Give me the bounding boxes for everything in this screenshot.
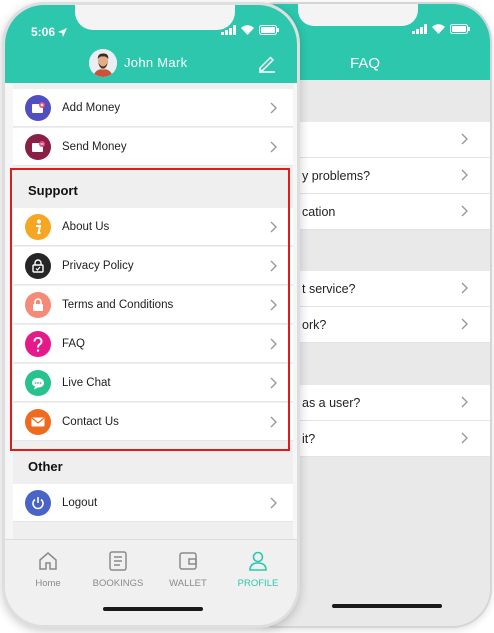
tab-bookings[interactable]: BOOKINGS: [83, 550, 153, 589]
support-highlight-box: [10, 168, 290, 451]
wifi-icon: [241, 25, 254, 35]
avatar[interactable]: [89, 49, 117, 77]
home-icon: [39, 552, 57, 570]
faq-question-text: as a user?: [302, 395, 361, 410]
edit-pencil-icon: [259, 56, 275, 73]
power-icon: [25, 490, 51, 516]
location-arrow-icon: [58, 27, 68, 37]
profile-header: 5:06 John Mark: [5, 5, 297, 83]
chevron-right-icon: [270, 497, 277, 509]
profile-icon: [249, 551, 267, 571]
menu-item-label: Send Money: [62, 140, 127, 153]
send-money-icon: [25, 134, 51, 160]
chevron-right-icon: [461, 133, 468, 145]
tab-label: BOOKINGS: [92, 578, 144, 589]
clock-text: 5:06: [31, 25, 56, 39]
tab-profile[interactable]: PROFILE: [223, 550, 293, 589]
faq-question-text: t service?: [302, 281, 356, 296]
chevron-right-icon: [461, 396, 468, 408]
chevron-right-icon: [461, 169, 468, 181]
wifi-icon: [432, 24, 445, 34]
menu-item-add-money[interactable]: Add Money: [13, 89, 293, 127]
user-avatar-icon: [89, 49, 117, 77]
wallet-icon: [179, 552, 197, 570]
faq-question-text: y problems?: [302, 168, 371, 183]
chevron-right-icon: [270, 141, 277, 153]
faq-question-text: cation: [302, 204, 336, 219]
battery-icon: [259, 25, 279, 35]
status-time: 5:06: [31, 25, 68, 39]
tab-label: Home: [35, 578, 61, 589]
chevron-right-icon: [461, 205, 468, 217]
tab-home[interactable]: Home: [13, 550, 83, 589]
add-money-icon: [25, 95, 51, 121]
tab-label: PROFILE: [237, 578, 279, 589]
edit-profile-button[interactable]: [257, 53, 277, 73]
menu-item-logout[interactable]: Logout: [13, 484, 293, 522]
faq-question-text: ork?: [302, 317, 327, 332]
signal-icon: [221, 25, 236, 35]
status-bar: [221, 25, 279, 35]
chevron-right-icon: [270, 102, 277, 114]
menu-item-label: Logout: [62, 496, 98, 509]
menu-item-send-money[interactable]: Send Money: [13, 128, 293, 166]
bookings-icon: [109, 551, 127, 571]
menu-item-label: Add Money: [62, 101, 121, 114]
signal-icon: [412, 24, 427, 34]
home-indicator: [103, 607, 203, 611]
phone-notch: [298, 4, 418, 26]
phone-notch: [75, 5, 235, 30]
bottom-tab-bar: Home BOOKINGS WALLET PROFILE: [5, 539, 297, 625]
user-name: John Mark: [124, 55, 188, 70]
section-title-other: Other: [28, 459, 63, 474]
chevron-right-icon: [461, 318, 468, 330]
tab-label: WALLET: [169, 578, 207, 589]
faq-question-text: it?: [302, 431, 316, 446]
battery-icon: [450, 24, 470, 34]
chevron-right-icon: [461, 432, 468, 444]
status-bar: [412, 24, 470, 34]
tab-wallet[interactable]: WALLET: [153, 550, 223, 589]
home-indicator: [332, 604, 442, 608]
chevron-right-icon: [461, 282, 468, 294]
